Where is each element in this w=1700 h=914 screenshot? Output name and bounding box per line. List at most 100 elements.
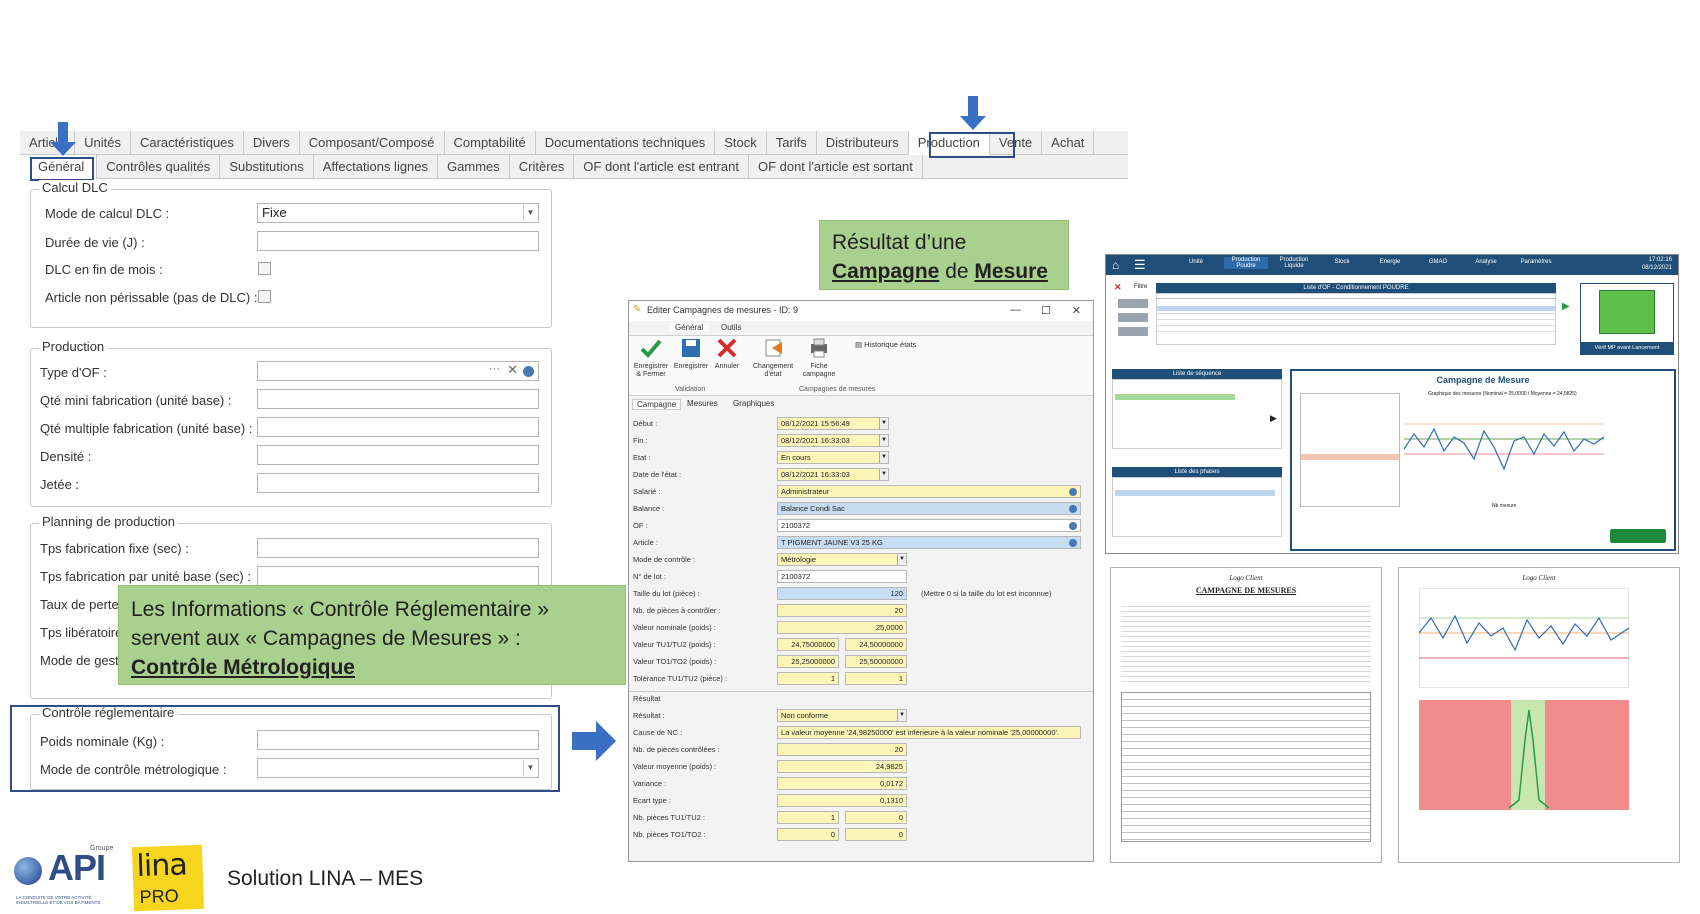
open-icon[interactable] — [523, 366, 534, 377]
ecart-type-input[interactable]: 0,1310 — [777, 794, 907, 807]
table-row[interactable] — [1157, 306, 1555, 311]
cause-nc-input[interactable]: La valeur moyenne '24,98250000' est infé… — [777, 726, 1081, 739]
to2-input[interactable]: 25,50000000 — [845, 655, 907, 668]
qte-multiple-input[interactable] — [257, 417, 539, 437]
etat-select[interactable]: En cours ▼ — [777, 451, 889, 464]
chevron-down-icon[interactable]: ▼ — [523, 760, 537, 776]
lot-input[interactable]: 2100372 — [777, 570, 907, 583]
mode-controle-select[interactable]: Métrologie ▼ — [777, 553, 907, 566]
mode-controle-metrologique-select[interactable]: ▼ — [257, 758, 539, 778]
tab-gammes[interactable]: Gammes — [438, 155, 510, 179]
chevron-down-icon[interactable]: ▼ — [523, 205, 537, 221]
validate-button[interactable] — [1610, 529, 1666, 543]
nb-tu2-input[interactable]: 0 — [845, 811, 907, 824]
home-icon[interactable]: ⌂ — [1112, 258, 1119, 272]
play-icon[interactable]: ▶ — [1562, 301, 1570, 312]
tolerance2-input[interactable]: 1 — [845, 672, 907, 685]
nav-unite[interactable]: Unité — [1176, 259, 1216, 265]
taille-lot-input[interactable]: 120 — [777, 587, 907, 600]
open-icon[interactable] — [1069, 488, 1077, 496]
jetee-input[interactable] — [257, 473, 539, 493]
menu-icon[interactable]: ☰ — [1134, 257, 1146, 273]
table-row[interactable] — [1157, 331, 1555, 332]
tab-comptabilite[interactable]: Comptabilité — [445, 131, 536, 155]
tu1-input[interactable]: 24,75000000 — [777, 638, 839, 651]
debut-input[interactable]: 08/12/2021 15:56:49 ▼ — [777, 417, 889, 430]
duree-vie-input[interactable] — [257, 231, 539, 251]
save-close-button[interactable]: Enregistrer & Fermer — [631, 338, 671, 379]
next-icon[interactable]: ▶ — [1270, 413, 1277, 424]
tab-of-sortant[interactable]: OF dont l'article est sortant — [749, 155, 923, 179]
list-item[interactable] — [1115, 394, 1235, 400]
chevron-down-icon[interactable]: ▼ — [897, 710, 906, 721]
nav-stock[interactable]: Stock — [1322, 259, 1362, 265]
article-input[interactable]: T PIGMENT JAUNE V3 25 KG — [777, 536, 1081, 549]
tab-caracteristiques[interactable]: Caractéristiques — [131, 131, 244, 155]
historique-button[interactable]: ▤ Historique états — [855, 340, 916, 349]
tab-of-entrant[interactable]: OF dont l'article est entrant — [574, 155, 749, 179]
of-input[interactable]: 2100372 — [777, 519, 1081, 532]
tab-achat[interactable]: Achat — [1042, 131, 1095, 155]
tab-divers[interactable]: Divers — [244, 131, 300, 155]
chevron-down-icon[interactable]: ▼ — [879, 469, 888, 480]
moyenne-input[interactable]: 24,9825 — [777, 760, 907, 773]
tab-distributeurs[interactable]: Distributeurs — [817, 131, 909, 155]
nav-analyse[interactable]: Analyse — [1466, 259, 1506, 265]
type-of-input[interactable]: ··· ✕ — [257, 361, 539, 381]
table-row[interactable] — [1157, 298, 1555, 299]
tab-affectations[interactable]: Affectations lignes — [314, 155, 439, 179]
clear-icon[interactable]: ✕ — [507, 362, 518, 378]
variance-input[interactable]: 0,0172 — [777, 777, 907, 790]
tab-graphiques[interactable]: Graphiques — [729, 399, 778, 408]
save-button[interactable]: Enregistrer — [671, 338, 711, 371]
article-non-perissable-checkbox[interactable] — [258, 290, 271, 303]
nav-production-liquide[interactable]: Production Liquide — [1272, 257, 1316, 269]
tab-tarifs[interactable]: Tarifs — [767, 131, 817, 155]
fin-input[interactable]: 08/12/2021 16:33:03 ▼ — [777, 434, 889, 447]
open-icon[interactable] — [1069, 505, 1077, 513]
ribbon-tab-general[interactable]: Général — [669, 323, 710, 332]
tab-stock[interactable]: Stock — [715, 131, 767, 155]
tab-substitutions[interactable]: Substitutions — [220, 155, 314, 179]
table-row[interactable] — [1301, 454, 1399, 460]
close-icon[interactable]: ✕ — [1072, 304, 1081, 317]
filter-chip[interactable] — [1118, 313, 1148, 322]
to1-input[interactable]: 25,25000000 — [777, 655, 839, 668]
mode-calcul-dlc-select[interactable]: Fixe ▼ — [257, 203, 539, 223]
nb-to1-input[interactable]: 0 — [777, 828, 839, 841]
filter-chip[interactable] — [1118, 327, 1148, 336]
table-row[interactable] — [1157, 325, 1555, 326]
dlc-fin-mois-checkbox[interactable] — [258, 262, 271, 275]
tolerance1-input[interactable]: 1 — [777, 672, 839, 685]
tab-composant[interactable]: Composant/Composé — [300, 131, 445, 155]
nav-gmao[interactable]: GMAO — [1418, 259, 1458, 265]
tab-criteres[interactable]: Critères — [510, 155, 575, 179]
chevron-down-icon[interactable]: ▼ — [897, 554, 906, 565]
nb-to2-input[interactable]: 0 — [845, 828, 907, 841]
open-icon[interactable] — [1069, 539, 1077, 547]
maximize-icon[interactable]: ☐ — [1041, 304, 1051, 317]
list-item[interactable] — [1115, 490, 1275, 496]
nav-production-poudre[interactable]: Production Poudre — [1224, 257, 1268, 269]
nb-controlees-input[interactable]: 20 — [777, 743, 907, 756]
tps-unite-input[interactable] — [257, 566, 539, 586]
tab-unites[interactable]: Unités — [75, 131, 131, 155]
open-icon[interactable] — [1069, 522, 1077, 530]
table-row[interactable] — [1157, 319, 1555, 320]
chevron-down-icon[interactable]: ▼ — [879, 452, 888, 463]
ribbon-tab-outils[interactable]: Outils — [721, 323, 741, 332]
nb-tu1-input[interactable]: 1 — [777, 811, 839, 824]
cancel-button[interactable]: Annuler — [707, 338, 747, 371]
filter-chip[interactable] — [1118, 299, 1148, 308]
more-icon[interactable]: ··· — [489, 363, 500, 375]
tab-controles-qualites[interactable]: Contrôles qualités — [97, 155, 221, 179]
minimize-icon[interactable]: — — [1010, 304, 1021, 316]
tps-fixe-input[interactable] — [257, 538, 539, 558]
salarie-input[interactable]: Administrateur — [777, 485, 1081, 498]
poids-nominale-input[interactable] — [257, 730, 539, 750]
balance-input[interactable]: Balance Condi Sac — [777, 502, 1081, 515]
tu2-input[interactable]: 24,50000000 — [845, 638, 907, 651]
fiche-campagne-button[interactable]: Fiche campagne — [799, 338, 839, 379]
nav-parametres[interactable]: Paramètres — [1514, 259, 1558, 265]
table-row[interactable] — [1157, 313, 1555, 314]
